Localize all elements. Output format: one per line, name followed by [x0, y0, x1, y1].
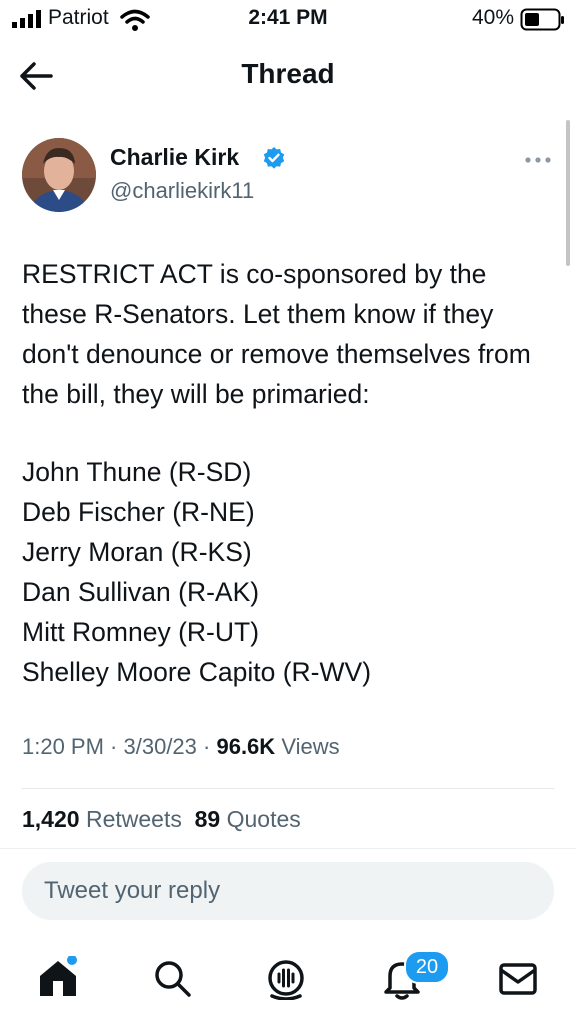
list-item: John Thune (R-SD)	[22, 457, 252, 487]
notification-badge: 20	[404, 950, 450, 984]
tweet-date: 3/30/23	[123, 734, 197, 759]
messages-icon[interactable]	[496, 956, 540, 1000]
verified-badge-icon	[263, 147, 285, 169]
reply-input[interactable]: Tweet your reply	[22, 862, 554, 920]
page-title: Thread	[241, 58, 335, 89]
more-options-icon[interactable]	[524, 150, 552, 170]
list-item: Dan Sullivan (R-AK)	[22, 577, 260, 607]
list-item: Deb Fischer (R-NE)	[22, 497, 255, 527]
quotes-label: Quotes	[226, 806, 301, 832]
senator-list: John Thune (R-SD) Deb Fischer (R-NE) Jer…	[22, 452, 552, 692]
list-item: Jerry Moran (R-KS)	[22, 537, 252, 567]
reply-placeholder: Tweet your reply	[44, 877, 221, 904]
retweets-label: Retweets	[85, 806, 182, 832]
divider	[22, 788, 554, 789]
scrollbar[interactable]	[566, 120, 570, 266]
views-label: Views	[281, 734, 340, 759]
search-icon[interactable]	[150, 956, 194, 1000]
author-name[interactable]: Charlie Kirk	[110, 144, 239, 171]
spaces-icon[interactable]	[264, 956, 308, 1000]
tweet-text: RESTRICT ACT is co-sponsored by the thes…	[22, 259, 531, 409]
list-item: Shelley Moore Capito (R-WV)	[22, 657, 372, 687]
avatar[interactable]	[22, 138, 96, 212]
views-count: 96.6K	[216, 734, 276, 759]
retweets-link[interactable]: 1,420 Retweets	[22, 806, 182, 832]
author-handle[interactable]: @charliekirk11	[110, 178, 254, 204]
engagement-stats: 1,420 Retweets 89 Quotes	[22, 806, 301, 833]
divider	[0, 848, 576, 849]
tweet-time: 1:20 PM	[22, 734, 104, 759]
tweet-metadata: 1:20 PM · 3/30/23 · 96.6K Views	[22, 734, 340, 759]
home-icon[interactable]	[36, 956, 80, 1000]
status-bar: Patriot 2:41 PM 40%	[0, 0, 576, 40]
retweets-count: 1,420	[22, 806, 80, 832]
list-item: Mitt Romney (R-UT)	[22, 617, 260, 647]
quotes-count: 89	[194, 806, 221, 832]
battery-icon	[520, 8, 564, 31]
battery-percent: 40%	[472, 6, 515, 29]
quotes-link[interactable]: 89 Quotes	[195, 806, 301, 832]
